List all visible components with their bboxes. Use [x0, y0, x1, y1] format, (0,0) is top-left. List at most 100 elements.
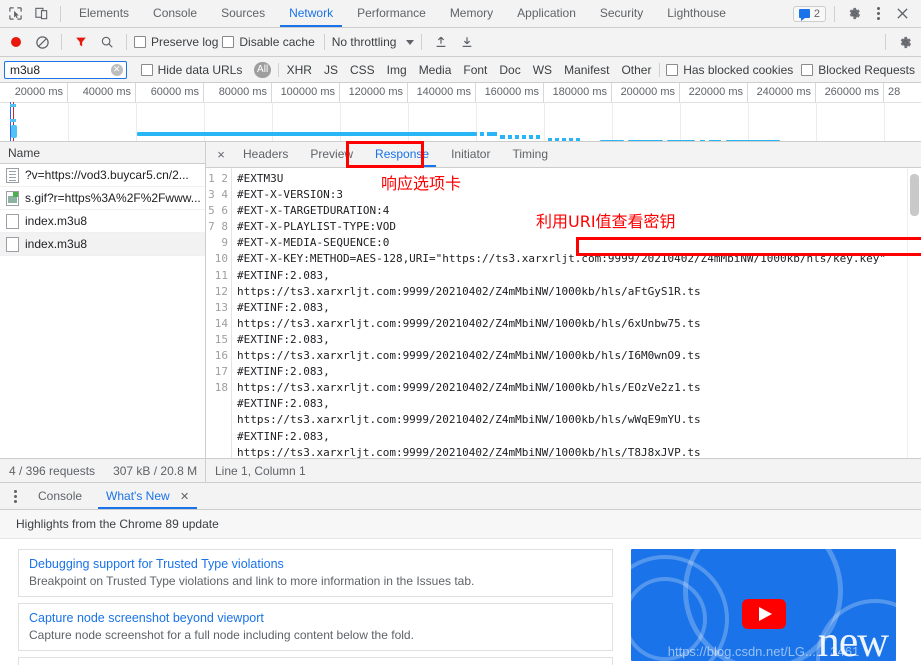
whats-new-heading: Highlights from the Chrome 89 update: [0, 510, 921, 539]
hide-data-urls-label: Hide data URLs: [157, 62, 243, 77]
search-icon[interactable]: [95, 30, 119, 54]
tab-security[interactable]: Security: [588, 0, 655, 27]
type-filter-all[interactable]: All: [254, 61, 271, 78]
scrollbar-thumb[interactable]: [910, 174, 919, 216]
export-har-icon[interactable]: [455, 30, 479, 54]
overview-bar-a: [10, 104, 16, 107]
play-button-icon[interactable]: [741, 598, 786, 629]
filter-input[interactable]: m3u8 ✕: [4, 60, 127, 79]
request-row-3[interactable]: index.m3u8: [0, 210, 205, 233]
type-filter-xhr[interactable]: XHR: [281, 63, 318, 77]
drawer-tab-console[interactable]: Console: [26, 483, 94, 509]
m3u8-playlist-text: #EXTM3U #EXT-X-VERSION:3 #EXT-X-TARGETDU…: [237, 172, 887, 458]
devtools-drawer: Console What's New ✕ Highlights from the…: [0, 482, 921, 665]
whats-new-item-3[interactable]: New Trust Token tab for network requests: [18, 657, 613, 665]
drawer-tab-whats-new[interactable]: What's New ✕: [94, 483, 201, 509]
type-filter-ws[interactable]: WS: [527, 63, 558, 77]
type-filter-css[interactable]: CSS: [344, 63, 381, 77]
import-har-icon[interactable]: [429, 30, 453, 54]
more-options-icon[interactable]: [867, 3, 889, 25]
preserve-log-checkbox[interactable]: Preserve log: [134, 35, 218, 49]
clear-filter-icon[interactable]: ✕: [110, 63, 123, 76]
tick-120000: 120000 ms: [340, 83, 408, 102]
response-scrollbar[interactable]: [907, 168, 921, 458]
blocked-requests-label: Blocked Requests: [818, 62, 915, 77]
tab-response[interactable]: Response: [364, 142, 440, 167]
network-overview[interactable]: 20000 ms 40000 ms 60000 ms 80000 ms 1000…: [0, 83, 921, 142]
drawer-more-icon[interactable]: [4, 485, 26, 507]
whats-new-item-2-title[interactable]: Capture node screenshot beyond viewport: [29, 611, 602, 625]
tab-initiator[interactable]: Initiator: [440, 142, 501, 167]
has-blocked-cookies-checkbox[interactable]: Has blocked cookies: [666, 63, 793, 77]
issues-icon: [798, 9, 810, 21]
toolbar-divider-6: [421, 34, 423, 50]
gear-icon[interactable]: [841, 1, 867, 27]
whats-new-item-1-desc: Breakpoint on Trusted Type violations an…: [29, 574, 475, 588]
tick-200000: 200000 ms: [612, 83, 680, 102]
close-whats-new-icon[interactable]: ✕: [180, 491, 189, 503]
record-button-icon[interactable]: [4, 30, 28, 54]
response-body-viewer[interactable]: 1 2 3 4 5 6 7 8 9 10 11 12 13 14 15 16 1…: [206, 168, 921, 458]
tab-network[interactable]: Network: [277, 0, 345, 27]
hide-data-urls-box: [140, 63, 153, 76]
transferred-size: 307 kB / 20.8 M: [113, 463, 198, 478]
panel-tabs: Elements Console Sources Network Perform…: [67, 0, 793, 27]
request-row-2[interactable]: s.gif?r=https%3A%2F%2Fwww...: [0, 187, 205, 210]
close-detail-icon[interactable]: ×: [210, 144, 232, 166]
tab-headers[interactable]: Headers: [232, 142, 299, 167]
type-filter-manifest[interactable]: Manifest: [558, 63, 615, 77]
request-row-4[interactable]: index.m3u8: [0, 233, 205, 256]
network-toolbar: Preserve log Disable cache No throttling: [0, 28, 921, 57]
clear-icon[interactable]: [30, 30, 54, 54]
timeline-ruler: 20000 ms 40000 ms 60000 ms 80000 ms 1000…: [0, 83, 921, 103]
tab-preview[interactable]: Preview: [299, 142, 364, 167]
tab-sources[interactable]: Sources: [209, 0, 277, 27]
request-name-1: ?v=https://vod3.buycar5.cn/2...: [25, 168, 189, 182]
disable-cache-checkbox[interactable]: Disable cache: [222, 35, 315, 49]
request-detail-panel: × Headers Preview Response Initiator Tim…: [206, 141, 921, 458]
type-filter-doc[interactable]: Doc: [493, 63, 526, 77]
grid-10: [680, 102, 681, 141]
has-blocked-cookies-label: Has blocked cookies: [683, 62, 794, 77]
whats-new-item-1[interactable]: Debugging support for Trusted Type viola…: [18, 549, 613, 597]
whats-new-item-1-title[interactable]: Debugging support for Trusted Type viola…: [29, 557, 602, 571]
waterfall-dot-4: [508, 135, 512, 139]
waterfall-dot-5: [515, 135, 519, 139]
inspect-icon[interactable]: [2, 1, 28, 27]
close-icon[interactable]: [889, 1, 915, 27]
overview-bar-b: [10, 119, 16, 122]
type-filter-js[interactable]: JS: [318, 63, 344, 77]
request-row-1[interactable]: ?v=https://vod3.buycar5.cn/2...: [0, 164, 205, 187]
type-filter-img[interactable]: Img: [381, 63, 413, 77]
tab-lighthouse[interactable]: Lighthouse: [655, 0, 738, 27]
whats-new-video-thumbnail[interactable]: new https://blog.csdn.net/LG...... 3461: [631, 549, 896, 661]
network-settings-gear-icon[interactable]: [893, 30, 917, 54]
preserve-log-label: Preserve log: [151, 35, 219, 49]
tick-160000: 160000 ms: [476, 83, 544, 102]
tab-elements[interactable]: Elements: [67, 0, 141, 27]
tab-application[interactable]: Application: [505, 0, 588, 27]
throttling-dropdown[interactable]: No throttling: [332, 35, 415, 49]
generic-file-icon: [6, 213, 19, 229]
tick-20000: 20000 ms: [0, 83, 68, 102]
tab-memory[interactable]: Memory: [438, 0, 505, 27]
device-toggle-icon[interactable]: [28, 1, 54, 27]
request-name-3: index.m3u8: [25, 214, 88, 228]
filter-icon[interactable]: [69, 30, 93, 54]
type-filter-other[interactable]: Other: [615, 63, 657, 77]
hide-data-urls-checkbox[interactable]: Hide data URLs: [140, 62, 243, 77]
blocked-requests-box: [801, 63, 814, 76]
tab-performance[interactable]: Performance: [345, 0, 438, 27]
waterfall-dot-7: [529, 135, 533, 139]
blocked-requests-checkbox[interactable]: Blocked Requests: [801, 63, 915, 77]
tab-timing[interactable]: Timing: [501, 142, 559, 167]
issues-counter-button[interactable]: 2: [792, 5, 826, 22]
whats-new-video-column: new https://blog.csdn.net/LG...... 3461: [631, 539, 921, 665]
tab-console[interactable]: Console: [141, 0, 209, 27]
tick-60000: 60000 ms: [136, 83, 204, 102]
type-filter-media[interactable]: Media: [413, 63, 458, 77]
generic-file-icon-2: [6, 236, 19, 252]
column-header-name[interactable]: Name: [0, 142, 205, 164]
whats-new-item-2[interactable]: Capture node screenshot beyond viewport …: [18, 603, 613, 651]
type-filter-font[interactable]: Font: [457, 63, 493, 77]
